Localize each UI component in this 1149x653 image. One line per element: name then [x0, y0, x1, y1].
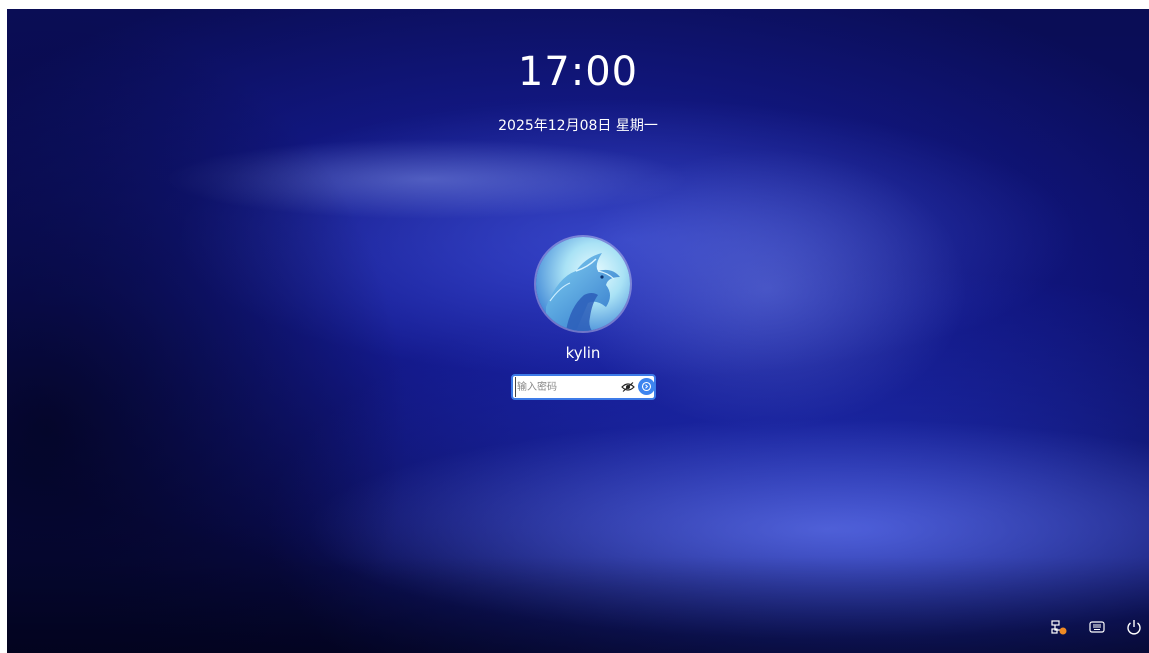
username-label: kylin: [565, 344, 601, 362]
power-icon[interactable]: [1125, 618, 1143, 636]
background-vignette: [7, 9, 1149, 653]
unlock-arrow-icon: [641, 381, 652, 392]
password-field-container: [511, 374, 656, 400]
password-input[interactable]: [515, 377, 617, 397]
clock-time: 17:00: [517, 49, 639, 95]
dragon-avatar-icon: [536, 237, 630, 331]
unlock-submit-button[interactable]: [638, 378, 655, 395]
user-avatar[interactable]: [536, 237, 630, 331]
keyboard-icon[interactable]: [1088, 618, 1106, 636]
lock-screen: 17:00 2025年12月08日 星期一 kylin: [7, 9, 1149, 653]
eye-icon[interactable]: [621, 381, 635, 393]
clock-date: 2025年12月08日 星期一: [498, 118, 658, 134]
network-offline-icon[interactable]: [1050, 618, 1068, 636]
